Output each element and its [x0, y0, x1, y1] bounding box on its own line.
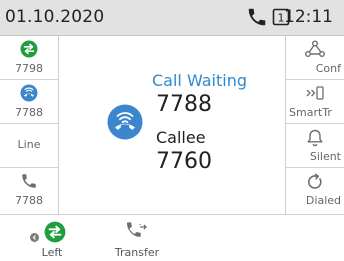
silent-key[interactable]: Silent [286, 124, 344, 168]
function-key-label: Conf [315, 62, 341, 75]
callee-number: 7760 [156, 149, 212, 174]
call-waiting-icon [107, 104, 143, 144]
call-swap-icon [44, 221, 66, 247]
phone-screen: 01.10.2020 1 12:11 7798 7788 Line 7788 C… [0, 0, 344, 260]
caller-number: 7788 [156, 92, 212, 117]
line-key-label: 7788 [15, 106, 43, 119]
line-key-label: 7788 [15, 194, 43, 207]
left-softkey-label: Left [41, 246, 63, 259]
callee-label: Callee [156, 128, 206, 147]
transfer-softkey[interactable]: Transfer [106, 215, 168, 261]
line-key-label: 7798 [15, 62, 43, 75]
phone-icon [0, 172, 58, 192]
line-key-label: Line [17, 138, 41, 151]
status-time: 12:11 [284, 7, 333, 27]
function-key-label: Dialed [305, 194, 341, 207]
conference-icon [286, 40, 344, 60]
redial-icon [286, 172, 344, 192]
dialed-key[interactable]: Dialed [286, 168, 344, 214]
softkey-bar: Left Transfer [0, 214, 344, 261]
function-key-label: SmartTr [289, 106, 332, 119]
call-waiting-icon [0, 84, 58, 104]
left-line-keys: 7798 7788 Line 7788 [0, 36, 59, 214]
call-info: Call Waiting 7788 Callee 7760 [59, 36, 285, 214]
call-status-title: Call Waiting [152, 71, 248, 90]
bell-icon [286, 128, 344, 148]
call-swap-icon [0, 40, 58, 60]
status-date: 01.10.2020 [5, 7, 105, 27]
line-key-1[interactable]: 7798 [0, 36, 58, 80]
line-key-4[interactable]: 7788 [0, 168, 58, 214]
smart-transfer-key[interactable]: SmartTr [286, 80, 344, 124]
phone-icon [246, 6, 268, 32]
line-key-2[interactable]: 7788 [0, 80, 58, 124]
transfer-softkey-label: Transfer [114, 246, 160, 259]
status-bar: 01.10.2020 1 12:11 [0, 0, 344, 36]
left-softkey[interactable]: Left [24, 215, 80, 261]
function-key-label: Silent [309, 150, 341, 163]
right-function-keys: Conf SmartTr Silent Dialed [285, 36, 344, 214]
line-key-3[interactable]: Line [0, 124, 58, 168]
scroll-left-icon [30, 227, 39, 246]
transfer-icon [125, 220, 149, 246]
smart-transfer-icon [286, 84, 344, 104]
conference-key[interactable]: Conf [286, 36, 344, 80]
